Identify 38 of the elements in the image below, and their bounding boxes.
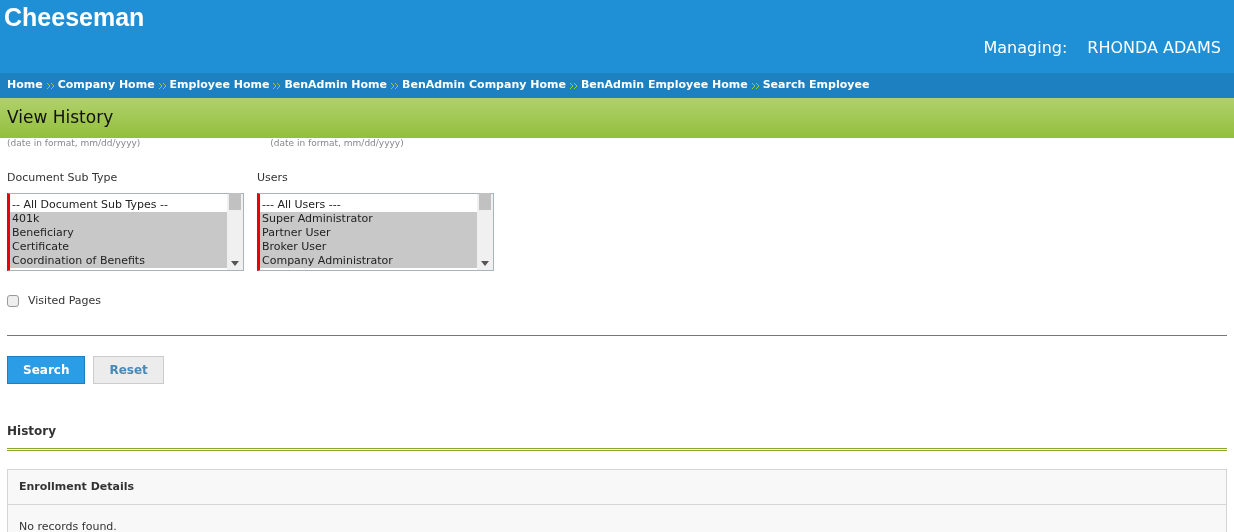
- multi-select-list[interactable]: -- All Document Sub Types -- 401k Beneficiary Certificate Coordination of Benefits: [7, 192, 244, 271]
- date-format-hint: (date in format, mm/dd/yyyy): [270, 139, 404, 148]
- multi-select-list[interactable]: --- All Users --- Super Administrator Partner User Broker User Company Administrator: [257, 192, 494, 271]
- double-chevron-icon: [158, 82, 166, 89]
- breadcrumb-link[interactable]: BenAdmin Employee Home: [580, 77, 748, 94]
- scroll-down-icon[interactable]: [481, 260, 489, 266]
- double-chevron-icon: [391, 82, 399, 89]
- double-chevron-icon: [46, 82, 54, 89]
- empty-message: No records found.: [19, 520, 117, 532]
- scroll-thumb[interactable]: [229, 192, 241, 210]
- breadcrumb-link[interactable]: BenAdmin Home: [284, 77, 388, 94]
- breadcrumb-link[interactable]: Search Employee: [762, 77, 870, 94]
- scroll-thumb[interactable]: [479, 192, 491, 210]
- breadcrumb-link[interactable]: Employee Home: [169, 77, 270, 94]
- breadcrumb-link[interactable]: Company Home: [57, 77, 155, 94]
- scrollbar[interactable]: [227, 193, 243, 270]
- field-label: Document Sub Type: [7, 170, 119, 186]
- panel-title: Enrollment Details: [19, 478, 135, 495]
- managing-label: Managing:: [983, 37, 1068, 59]
- list-option[interactable]: -- All Document Sub Types --: [10, 197, 227, 212]
- double-chevron-icon: [751, 82, 759, 89]
- list-option[interactable]: --- All Users ---: [260, 197, 477, 212]
- page-title: View History: [7, 106, 114, 130]
- scrollbar[interactable]: [477, 193, 493, 270]
- brand-logo[interactable]: Cheeseman: [4, 0, 145, 73]
- double-chevron-icon: [273, 82, 281, 89]
- date-format-hint: (date in format, mm/dd/yyyy): [7, 139, 141, 148]
- section-heading: History: [7, 423, 58, 440]
- list-option[interactable]: Super Administrator: [260, 211, 477, 226]
- managed-employee-name: RHONDA ADAMS: [1087, 37, 1221, 59]
- scroll-down-icon[interactable]: [231, 260, 239, 266]
- checkbox-label: Visited Pages: [28, 292, 102, 309]
- breadcrumb-link[interactable]: Home: [7, 77, 43, 94]
- list-option[interactable]: 401k: [10, 211, 227, 226]
- breadcrumb-link[interactable]: BenAdmin Company Home: [402, 77, 566, 94]
- checkbox[interactable]: [7, 294, 19, 307]
- double-chevron-icon: [569, 82, 577, 89]
- field-label: Users: [257, 170, 289, 186]
